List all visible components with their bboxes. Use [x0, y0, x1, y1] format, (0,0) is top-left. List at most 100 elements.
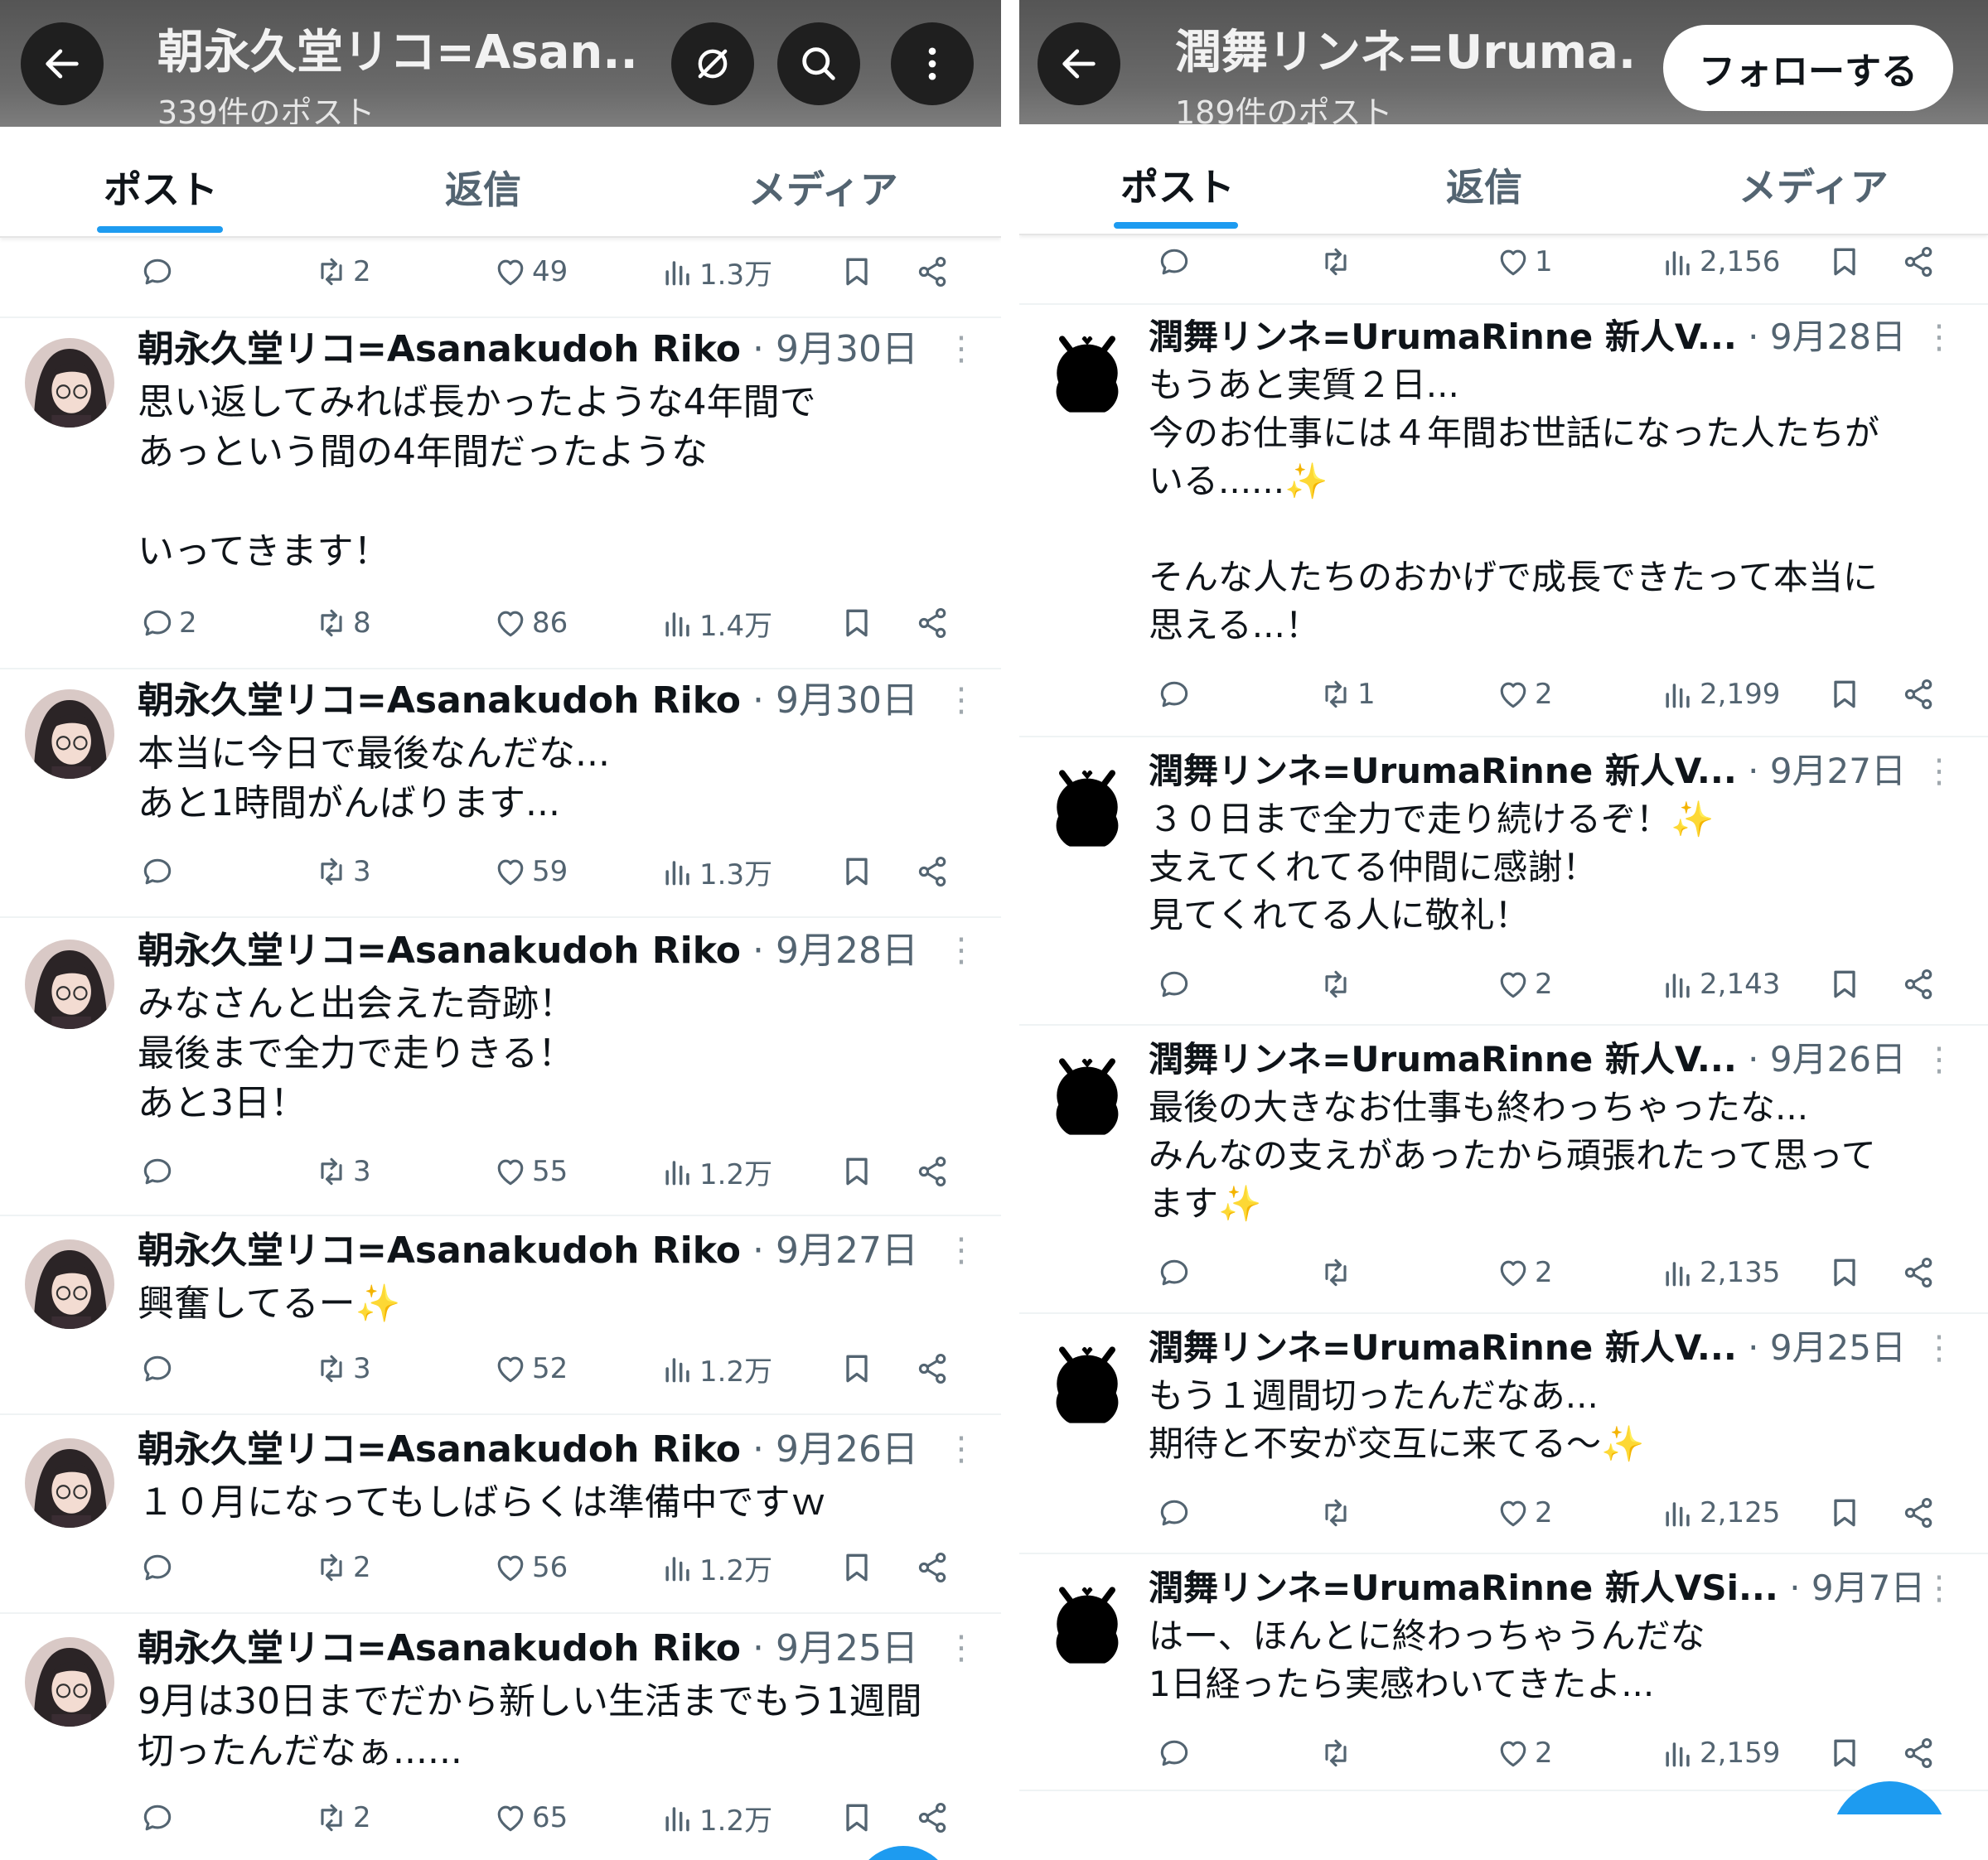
author-name[interactable]: 朝永久堂リコ=Asanakudoh Riko	[138, 679, 741, 722]
tab-posts[interactable]: ポスト	[1120, 157, 1235, 212]
back-button[interactable]	[21, 22, 104, 105]
repost-button[interactable]	[1318, 237, 1357, 287]
bookmark-button[interactable]	[1826, 1248, 1863, 1297]
more-options-icon[interactable]: ⋮	[945, 931, 978, 969]
repost-button[interactable]	[1318, 959, 1357, 1009]
author-name[interactable]: 朝永久堂リコ=Asanakudoh Riko	[138, 1627, 741, 1669]
more-options-icon[interactable]: ⋮	[1923, 1329, 1956, 1367]
post-date[interactable]: · 9月30日	[741, 679, 918, 722]
reply-button[interactable]	[139, 1793, 179, 1843]
tab-posts[interactable]: ポスト	[104, 160, 218, 215]
author-name[interactable]: 潤舞リンネ=UrumaRinne 新人V...	[1149, 316, 1737, 357]
bookmark-button[interactable]	[839, 1793, 875, 1843]
repost-button[interactable]: 2	[313, 247, 371, 297]
author-name[interactable]: 潤舞リンネ=UrumaRinne 新人V...	[1149, 751, 1737, 791]
post-date[interactable]: · 9月26日	[1737, 1039, 1906, 1080]
like-button[interactable]: 2	[1495, 1248, 1553, 1297]
avatar[interactable]	[25, 940, 114, 1029]
author-name[interactable]: 潤舞リンネ=UrumaRinne 新人VSi...	[1149, 1568, 1778, 1608]
avatar[interactable]	[1042, 761, 1132, 850]
like-button[interactable]: 65	[492, 1793, 568, 1843]
bookmark-button[interactable]	[839, 1147, 875, 1196]
reply-button[interactable]	[1156, 669, 1196, 719]
repost-button[interactable]: 2	[313, 1793, 371, 1843]
author-name[interactable]: 潤舞リンネ=UrumaRinne 新人V...	[1149, 1039, 1737, 1080]
more-options-button[interactable]	[891, 22, 974, 105]
repost-button[interactable]: 3	[313, 1344, 371, 1394]
bookmark-button[interactable]	[1826, 669, 1863, 719]
views-button[interactable]: 1.2万	[660, 1793, 772, 1843]
author-name[interactable]: 潤舞リンネ=UrumaRinne 新人V...	[1149, 1327, 1737, 1368]
like-button[interactable]: 59	[492, 847, 568, 896]
avatar[interactable]	[25, 1239, 114, 1329]
tab-media[interactable]: メディア	[1739, 157, 1889, 212]
author-name[interactable]: 朝永久堂リコ=Asanakudoh Riko	[138, 328, 741, 370]
views-button[interactable]: 2,125	[1660, 1488, 1780, 1538]
compose-post-button[interactable]	[1831, 1781, 1947, 1814]
views-button[interactable]: 1.2万	[660, 1147, 772, 1196]
reply-button[interactable]	[1156, 1488, 1196, 1538]
back-button[interactable]	[1038, 22, 1120, 105]
author-name[interactable]: 朝永久堂リコ=Asanakudoh Riko	[138, 1428, 741, 1471]
more-options-icon[interactable]: ⋮	[1923, 1569, 1956, 1607]
more-options-icon[interactable]: ⋮	[945, 1629, 978, 1667]
bookmark-button[interactable]	[1826, 237, 1863, 287]
follow-button[interactable]: フォローする	[1663, 25, 1953, 111]
like-button[interactable]: 1	[1495, 237, 1553, 287]
post-date[interactable]: · 9月7日	[1778, 1568, 1925, 1608]
bookmark-button[interactable]	[839, 598, 875, 648]
share-button[interactable]	[915, 1147, 951, 1196]
share-button[interactable]	[1901, 1248, 1937, 1297]
repost-button[interactable]: 3	[313, 847, 371, 896]
grok-button[interactable]	[671, 22, 754, 105]
reply-button[interactable]	[1156, 959, 1196, 1009]
bookmark-button[interactable]	[839, 1543, 875, 1592]
reply-button[interactable]: 2	[139, 598, 197, 648]
repost-button[interactable]	[1318, 1248, 1357, 1297]
like-button[interactable]: 49	[492, 247, 568, 297]
compose-post-button[interactable]	[854, 1846, 953, 1860]
share-button[interactable]	[1901, 237, 1937, 287]
like-button[interactable]: 86	[492, 598, 568, 648]
bookmark-button[interactable]	[839, 1344, 875, 1394]
views-button[interactable]: 1.4万	[660, 598, 772, 648]
reply-button[interactable]	[1156, 1728, 1196, 1778]
post-date[interactable]: · 9月27日	[741, 1230, 918, 1272]
views-button[interactable]: 1.3万	[660, 247, 772, 297]
share-button[interactable]	[915, 847, 951, 896]
post-date[interactable]: · 9月28日	[741, 930, 918, 972]
author-name[interactable]: 朝永久堂リコ=Asanakudoh Riko	[138, 930, 741, 972]
avatar[interactable]	[1042, 1577, 1132, 1667]
views-button[interactable]: 1.2万	[660, 1543, 772, 1592]
repost-button[interactable]	[1318, 1728, 1357, 1778]
reply-button[interactable]	[1156, 1248, 1196, 1297]
views-button[interactable]: 2,143	[1660, 959, 1780, 1009]
post-date[interactable]: · 9月25日	[741, 1627, 918, 1669]
avatar[interactable]	[1042, 326, 1132, 416]
views-button[interactable]: 1.2万	[660, 1344, 772, 1394]
avatar[interactable]	[25, 1438, 114, 1528]
tab-replies[interactable]: 返信	[1446, 157, 1522, 212]
share-button[interactable]	[1901, 1488, 1937, 1538]
like-button[interactable]: 2	[1495, 669, 1553, 719]
share-button[interactable]	[1901, 1728, 1937, 1778]
more-options-icon[interactable]: ⋮	[945, 330, 978, 368]
repost-button[interactable]: 3	[313, 1147, 371, 1196]
bookmark-button[interactable]	[839, 247, 875, 297]
reply-button[interactable]	[139, 247, 179, 297]
share-button[interactable]	[915, 1793, 951, 1843]
more-options-icon[interactable]: ⋮	[1923, 318, 1956, 356]
repost-button[interactable]: 2	[313, 1543, 371, 1592]
share-button[interactable]	[915, 598, 951, 648]
like-button[interactable]: 52	[492, 1344, 568, 1394]
share-button[interactable]	[1901, 959, 1937, 1009]
bookmark-button[interactable]	[1826, 959, 1863, 1009]
like-button[interactable]: 55	[492, 1147, 568, 1196]
avatar[interactable]	[25, 338, 114, 428]
reply-button[interactable]	[139, 1147, 179, 1196]
more-options-icon[interactable]: ⋮	[1923, 1041, 1956, 1079]
bookmark-button[interactable]	[1826, 1488, 1863, 1538]
avatar[interactable]	[1042, 1049, 1132, 1138]
more-options-icon[interactable]: ⋮	[945, 681, 978, 719]
views-button[interactable]: 2,156	[1660, 237, 1780, 287]
